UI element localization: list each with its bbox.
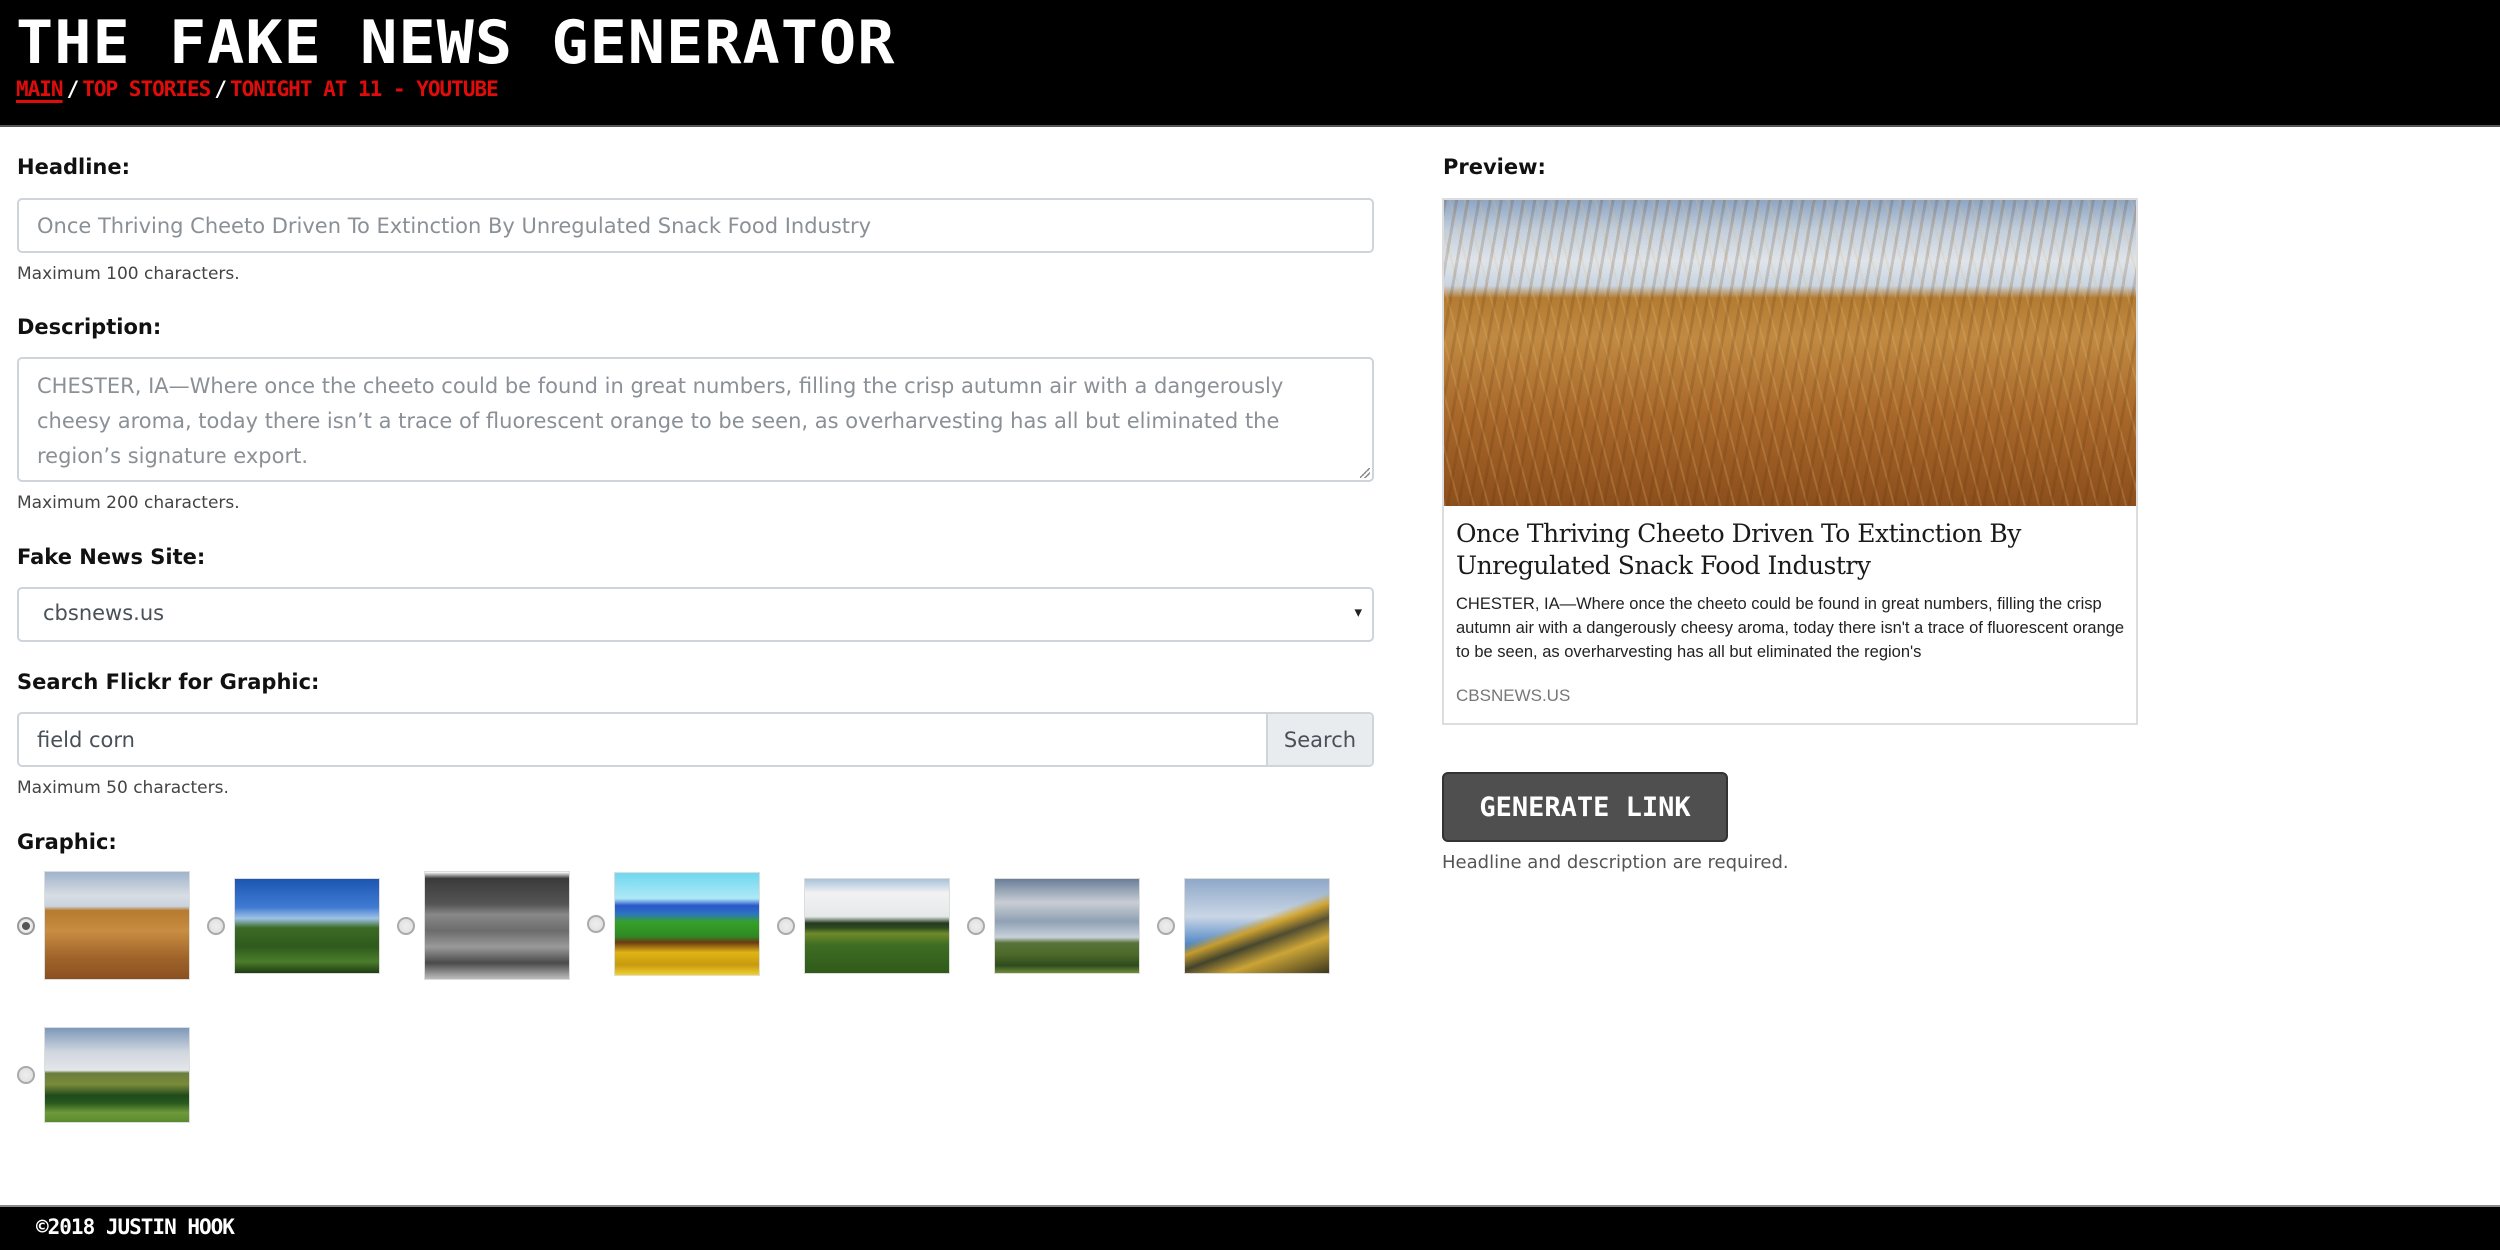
- site-nav: Main / Top Stories / Tonight at 11 - YouTube: [16, 76, 499, 102]
- graphic-thumbnail[interactable]: [994, 878, 1140, 974]
- preview-site: CBSNEWS.US: [1456, 686, 1571, 705]
- graphic-thumbnail[interactable]: [44, 871, 190, 980]
- graphic-radio[interactable]: [1157, 917, 1175, 935]
- graphic-radio[interactable]: [17, 1066, 35, 1084]
- flickr-search-label: Search Flickr for Graphic:: [17, 670, 320, 694]
- graphic-thumbnail[interactable]: [44, 1027, 190, 1123]
- flickr-search-input[interactable]: [19, 714, 1259, 765]
- description-help: Maximum 200 characters.: [17, 493, 240, 513]
- preview-headline: Once Thriving Cheeto Driven To Extinctio…: [1456, 519, 2021, 580]
- graphic-thumbnail[interactable]: [234, 878, 380, 974]
- site-header: The Fake News Generator Main / Top Stories…: [0, 0, 2500, 127]
- preview-label: Preview:: [1443, 155, 1546, 179]
- graphic-label: Graphic:: [17, 830, 117, 854]
- description-field-wrapper: [17, 357, 1374, 482]
- generate-link-button[interactable]: Generate Link: [1442, 772, 1728, 842]
- description-textarea[interactable]: [19, 359, 1372, 480]
- nav-link-tonight-at-11[interactable]: Tonight at 11 - YouTube: [230, 77, 499, 101]
- flickr-search-button[interactable]: Search: [1266, 714, 1372, 765]
- preview-description: CHESTER, IA—Where once the cheeto could …: [1456, 595, 2125, 661]
- preview-image: [1444, 200, 2136, 506]
- copyright-text: ©2018 Justin Hook: [36, 1215, 235, 1239]
- headline-label: Headline:: [17, 155, 131, 179]
- headline-help: Maximum 100 characters.: [17, 264, 240, 284]
- headline-field-wrapper: [17, 198, 1374, 253]
- site-title: The Fake News Generator: [16, 8, 896, 78]
- graphic-radio[interactable]: [17, 916, 35, 935]
- nav-link-top-stories[interactable]: Top Stories: [82, 77, 211, 101]
- graphic-thumbnail[interactable]: [614, 872, 760, 976]
- chevron-down-icon: ▾: [1354, 603, 1362, 621]
- graphic-thumbnail[interactable]: [424, 871, 570, 980]
- graphic-radio[interactable]: [397, 916, 415, 935]
- flickr-search-help: Maximum 50 characters.: [17, 778, 229, 798]
- graphic-radio[interactable]: [587, 915, 605, 933]
- description-label: Description:: [17, 315, 162, 339]
- preview-card: Once Thriving Cheeto Driven To Extinctio…: [1442, 198, 2138, 725]
- site-select-value: cbsnews.us: [43, 601, 165, 625]
- site-label: Fake News Site:: [17, 545, 206, 569]
- resize-grip-icon[interactable]: [1360, 468, 1370, 478]
- generate-hint: Headline and description are required.: [1442, 852, 1789, 873]
- headline-input[interactable]: [19, 200, 1372, 251]
- flickr-search-group: Search: [17, 712, 1374, 767]
- graphic-radio[interactable]: [207, 917, 225, 935]
- site-select[interactable]: cbsnews.us ▾: [17, 587, 1374, 642]
- graphic-radio[interactable]: [777, 917, 795, 935]
- graphic-thumbnail[interactable]: [804, 878, 950, 974]
- nav-separator: /: [214, 77, 227, 101]
- site-footer: ©2018 Justin Hook: [0, 1205, 2500, 1250]
- graphic-radio[interactable]: [967, 917, 985, 935]
- graphic-thumbnail[interactable]: [1184, 878, 1330, 974]
- nav-link-main[interactable]: Main: [16, 77, 64, 101]
- nav-separator: /: [66, 77, 80, 101]
